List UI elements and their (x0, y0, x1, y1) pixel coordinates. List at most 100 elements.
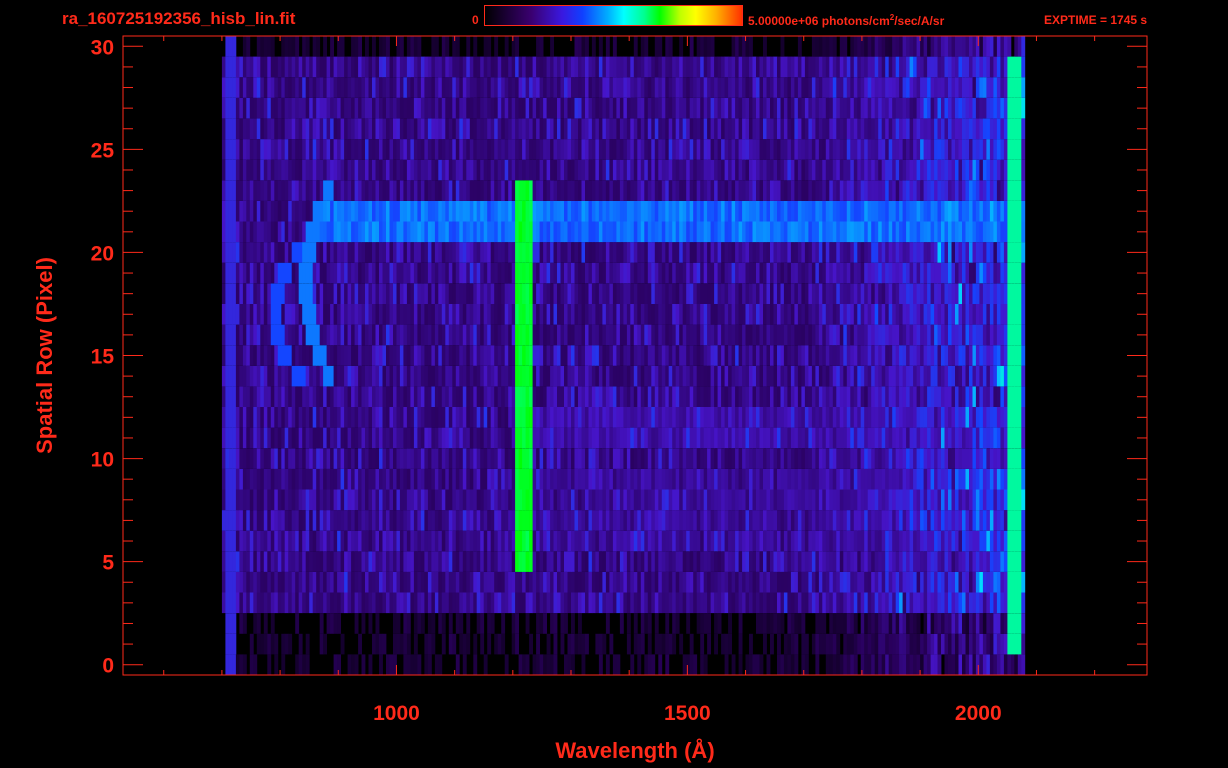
heatmap-cell (295, 592, 300, 614)
heatmap-cell (413, 407, 418, 428)
heatmap-cell (242, 592, 247, 614)
heatmap-cell (228, 407, 233, 428)
heatmap-cell (375, 324, 380, 346)
heatmap-cell (511, 304, 516, 325)
heatmap-cell (225, 613, 230, 634)
heatmap-cell (1021, 551, 1026, 572)
heatmap-cell (934, 386, 938, 407)
heatmap-cell (260, 510, 265, 531)
heatmap-cell (253, 345, 258, 366)
heatmap-cell (696, 468, 701, 490)
heatmap-cell (483, 551, 488, 572)
heatmap-cell (644, 530, 649, 552)
heatmap-cell (466, 448, 471, 469)
heatmap-cell (347, 489, 352, 511)
heatmap-cell (462, 365, 467, 387)
heatmap-cell (637, 530, 642, 552)
heatmap-cell (536, 407, 540, 428)
heatmap-cell (501, 304, 506, 325)
heatmap-cell (469, 324, 474, 346)
heatmap-cell (420, 468, 425, 490)
heatmap-cell (689, 200, 694, 222)
heatmap-cell (295, 468, 300, 490)
heatmap-cell (536, 386, 540, 407)
heatmap-cell (441, 571, 446, 593)
heatmap-cell (225, 510, 230, 531)
heatmap-cell (993, 304, 998, 325)
heatmap-cell (714, 242, 718, 263)
heatmap-cell (766, 551, 771, 572)
heatmap-cell (941, 571, 945, 593)
heatmap-cell (703, 468, 708, 490)
heatmap-cell (770, 262, 774, 284)
heatmap-cell (693, 221, 698, 243)
heatmap-cell (595, 571, 600, 593)
heatmap-cell (284, 200, 289, 222)
heatmap-cell (941, 221, 945, 243)
heatmap-cell (1010, 324, 1015, 346)
heatmap-cell (867, 427, 872, 449)
heatmap-cell (860, 633, 865, 655)
heatmap-cell (532, 468, 537, 490)
heatmap-cell (731, 407, 736, 428)
heatmap-cell (679, 262, 684, 284)
heatmap-cell (955, 571, 959, 593)
heatmap-cell (525, 592, 530, 614)
heatmap-cell (689, 510, 694, 531)
heatmap-cell (256, 262, 261, 284)
heatmap-cell (228, 571, 233, 593)
heatmap-cell (532, 407, 537, 428)
heatmap-cell (564, 530, 568, 552)
heatmap-cell (616, 468, 621, 490)
heatmap-cell (298, 571, 303, 593)
heatmap-cell (909, 510, 914, 531)
heatmap-cell (469, 242, 474, 263)
heatmap-cell (630, 345, 635, 366)
heatmap-cell (717, 427, 722, 449)
heatmap-cell (246, 262, 251, 284)
heatmap-cell (274, 407, 279, 428)
heatmap-cell (647, 324, 652, 346)
heatmap-cell (379, 551, 383, 572)
heatmap-cell (951, 530, 956, 552)
heatmap-cell (406, 530, 411, 552)
heatmap-cell (1014, 530, 1019, 552)
heatmap-cell (745, 221, 750, 243)
heatmap-cell (878, 221, 883, 243)
heatmap-cell (808, 551, 813, 572)
heatmap-cell (427, 510, 432, 531)
heatmap-cell (281, 386, 286, 407)
heatmap-cell (1014, 613, 1019, 634)
heatmap-cell (825, 468, 830, 490)
heatmap-cell (909, 654, 914, 675)
heatmap-cell (871, 571, 876, 593)
heatmap-cell (944, 654, 949, 675)
heatmap-cell (696, 200, 701, 222)
heatmap-cell (256, 489, 261, 511)
heatmap-cell (902, 468, 907, 490)
heatmap-cell (550, 324, 554, 346)
heatmap-cell (609, 510, 614, 531)
heatmap-cell (902, 592, 907, 614)
heatmap-cell (958, 448, 963, 469)
heatmap-cell (494, 407, 499, 428)
heatmap-cell (246, 283, 251, 304)
heatmap-cell (235, 386, 240, 407)
heatmap-cell (948, 407, 952, 428)
heatmap-cell (710, 510, 715, 531)
heatmap-cell (808, 304, 813, 325)
heatmap-cell (550, 365, 554, 387)
heatmap-cell (333, 304, 338, 325)
heatmap-cell (728, 448, 732, 469)
heatmap-cell (811, 468, 816, 490)
heatmap-cell (637, 571, 642, 593)
heatmap-cell (532, 200, 537, 222)
heatmap-cell (305, 221, 310, 243)
heatmap-cell (923, 489, 928, 511)
heatmap-cell (651, 654, 656, 675)
heatmap-cell (787, 489, 792, 511)
heatmap-cell (651, 242, 656, 263)
heatmap-cell (497, 510, 502, 531)
heatmap-cell (232, 633, 237, 655)
heatmap-cell (675, 407, 680, 428)
